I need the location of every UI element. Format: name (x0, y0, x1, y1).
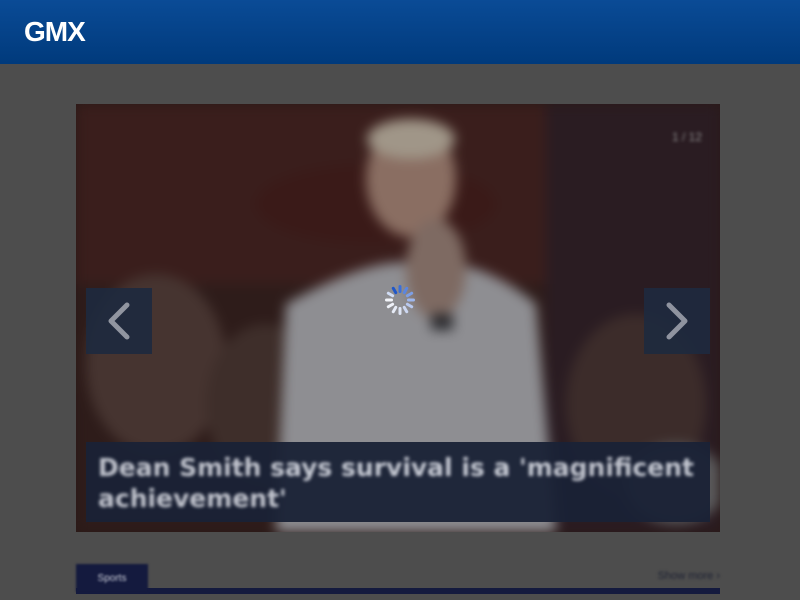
chevron-right-icon (666, 302, 688, 340)
carousel-next-button[interactable] (644, 288, 710, 354)
show-more-link[interactable]: Show more › (658, 570, 720, 582)
headline-text[interactable]: Dean Smith says survival is a 'magnifice… (98, 452, 698, 514)
carousel-pager: 1 / 12 (671, 130, 702, 144)
gmx-logo[interactable]: GMX (24, 16, 86, 48)
carousel-prev-button[interactable] (86, 288, 152, 354)
news-carousel[interactable]: 1 / 12 Dean Smith says survival is a 'ma… (76, 104, 720, 532)
top-header: GMX (0, 0, 800, 64)
section-header: Sports Show more › (76, 564, 720, 600)
chevron-left-icon (108, 302, 130, 340)
section-divider (76, 588, 720, 594)
section-tab-sports[interactable]: Sports (76, 564, 148, 592)
loading-spinner-icon (385, 285, 415, 315)
carousel-caption[interactable]: Dean Smith says survival is a 'magnifice… (86, 442, 710, 522)
